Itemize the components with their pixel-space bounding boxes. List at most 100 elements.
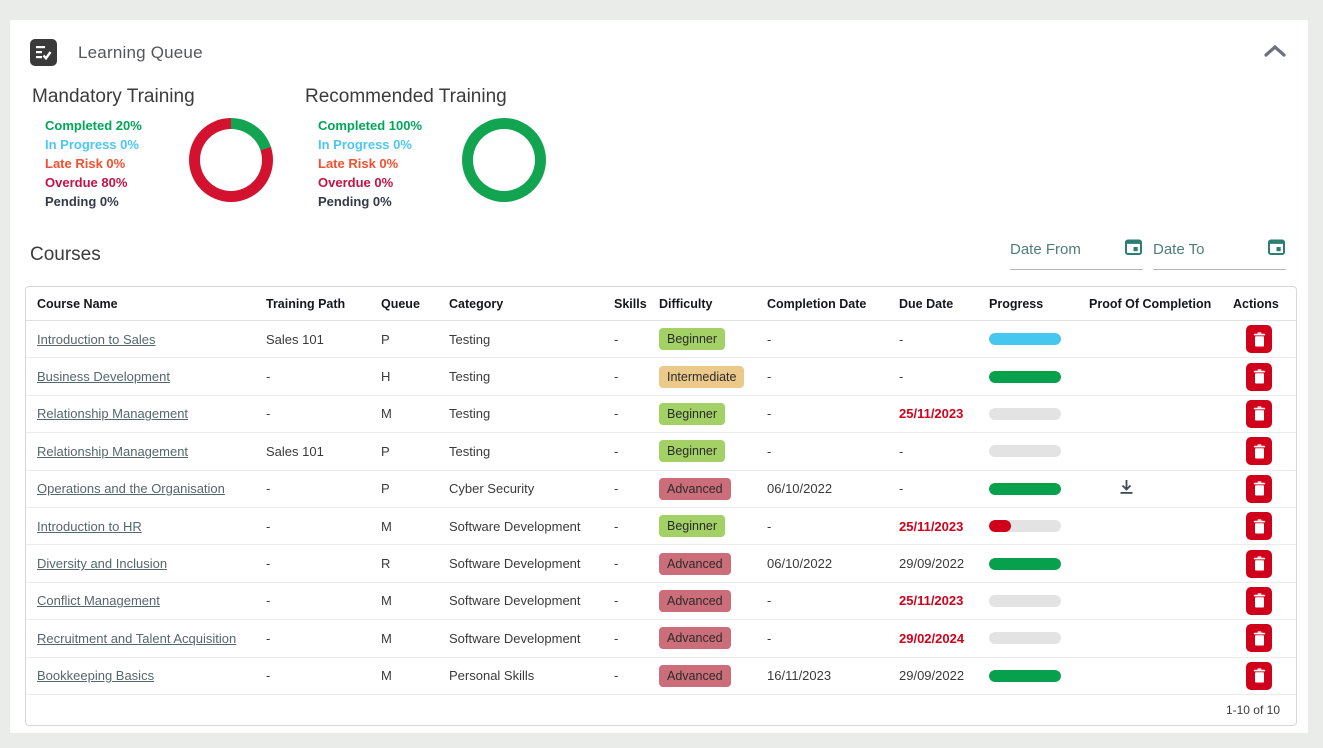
progress-bar (989, 558, 1061, 570)
progress-bar (989, 371, 1061, 383)
delete-course-button[interactable] (1246, 475, 1272, 503)
training-path-cell: - (266, 481, 381, 496)
course-name-cell: Relationship Management (26, 406, 266, 421)
due-date-cell: 29/02/2024 (899, 631, 989, 646)
queue-cell: M (381, 668, 449, 683)
due-date-cell: - (899, 481, 989, 496)
delete-course-button[interactable] (1246, 437, 1272, 465)
course-name-link[interactable]: Introduction to Sales (37, 332, 156, 347)
course-name-link[interactable]: Operations and the Organisation (37, 481, 225, 496)
delete-course-button[interactable] (1246, 624, 1272, 652)
course-name-cell: Bookkeeping Basics (26, 668, 266, 683)
category-cell: Software Development (449, 593, 614, 608)
course-name-link[interactable]: Recruitment and Talent Acquisition (37, 631, 236, 646)
progress-cell (989, 371, 1089, 383)
legend-item: Pending 0% (318, 192, 446, 211)
table-row: Introduction to HR-MSoftware Development… (26, 508, 1296, 545)
progress-bar (989, 632, 1061, 644)
course-name-cell: Relationship Management (26, 444, 266, 459)
skills-cell: - (614, 668, 659, 683)
actions-cell (1233, 587, 1296, 615)
difficulty-cell: Beginner (659, 440, 767, 462)
course-name-link[interactable]: Bookkeeping Basics (37, 668, 154, 683)
date-to-field[interactable]: Date To (1153, 237, 1286, 270)
course-name-link[interactable]: Relationship Management (37, 444, 188, 459)
completion-date-cell: 06/10/2022 (767, 556, 899, 571)
training-path-cell: - (266, 369, 381, 384)
delete-course-button[interactable] (1246, 587, 1272, 615)
table-header-row: Course NameTraining PathQueueCategorySki… (26, 287, 1296, 321)
course-name-link[interactable]: Introduction to HR (37, 519, 142, 534)
delete-course-button[interactable] (1246, 325, 1272, 353)
difficulty-badge: Beginner (659, 440, 725, 462)
chevron-up-icon (1264, 46, 1286, 61)
courses-heading: Courses (30, 244, 101, 266)
difficulty-badge: Beginner (659, 328, 725, 350)
queue-cell: H (381, 369, 449, 384)
completion-date-cell: - (767, 369, 899, 384)
progress-bar-fill (989, 371, 1061, 383)
difficulty-cell: Beginner (659, 515, 767, 537)
progress-bar (989, 520, 1061, 532)
chart-title: Mandatory Training (32, 86, 273, 108)
collapse-panel-button[interactable] (1260, 40, 1290, 65)
course-name-link[interactable]: Diversity and Inclusion (37, 556, 167, 571)
progress-bar (989, 333, 1061, 345)
skills-cell: - (614, 369, 659, 384)
courses-table: Course NameTraining PathQueueCategorySki… (25, 286, 1297, 726)
training-path-cell: Sales 101 (266, 444, 381, 459)
queue-cell: M (381, 593, 449, 608)
due-date-cell: 25/11/2023 (899, 593, 989, 608)
date-from-label: Date From (1010, 241, 1081, 258)
legend-item: Overdue 80% (45, 173, 173, 192)
difficulty-badge: Intermediate (659, 366, 744, 388)
column-header-course-name: Course Name (26, 297, 266, 311)
completion-date-cell: - (767, 406, 899, 421)
due-date-cell: 25/11/2023 (899, 519, 989, 534)
progress-cell (989, 445, 1089, 457)
download-proof-button[interactable] (1117, 477, 1136, 500)
column-header-proof-of-completion: Proof Of Completion (1089, 297, 1233, 311)
panel-header: Learning Queue (10, 20, 1308, 70)
delete-course-button[interactable] (1246, 512, 1272, 540)
due-date-cell: 29/09/2022 (899, 668, 989, 683)
learning-queue-panel: Learning Queue Mandatory Training Complet… (10, 20, 1308, 733)
date-from-field[interactable]: Date From (1010, 237, 1143, 270)
difficulty-badge: Advanced (659, 627, 731, 649)
queue-cell: M (381, 406, 449, 421)
legend-item: Late Risk 0% (318, 154, 446, 173)
queue-cell: P (381, 481, 449, 496)
column-header-skills: Skills (614, 297, 659, 311)
course-name-cell: Business Development (26, 369, 266, 384)
delete-course-button[interactable] (1246, 363, 1272, 391)
course-name-link[interactable]: Conflict Management (37, 593, 160, 608)
training-path-cell: - (266, 519, 381, 534)
calendar-icon[interactable] (1124, 237, 1143, 261)
progress-bar-fill (989, 670, 1061, 682)
course-name-cell: Diversity and Inclusion (26, 556, 266, 571)
progress-cell (989, 520, 1089, 532)
delete-course-button[interactable] (1246, 662, 1272, 690)
legend-item: In Progress 0% (318, 135, 446, 154)
table-row: Diversity and Inclusion-RSoftware Develo… (26, 545, 1296, 582)
actions-cell (1233, 550, 1296, 578)
column-header-actions: Actions (1233, 297, 1296, 311)
category-cell: Software Development (449, 556, 614, 571)
delete-course-button[interactable] (1246, 400, 1272, 428)
category-cell: Testing (449, 444, 614, 459)
delete-course-button[interactable] (1246, 550, 1272, 578)
actions-cell (1233, 325, 1296, 353)
skills-cell: - (614, 631, 659, 646)
course-name-link[interactable]: Relationship Management (37, 406, 188, 421)
difficulty-cell: Advanced (659, 627, 767, 649)
completion-date-cell: 16/11/2023 (767, 668, 899, 683)
proof-cell (1089, 477, 1233, 500)
course-name-link[interactable]: Business Development (37, 369, 170, 384)
category-cell: Personal Skills (449, 668, 614, 683)
table-row: Conflict Management-MSoftware Developmen… (26, 583, 1296, 620)
difficulty-badge: Advanced (659, 553, 731, 575)
due-date-cell: 25/11/2023 (899, 406, 989, 421)
legend-item: Completed 20% (45, 116, 173, 135)
calendar-icon[interactable] (1267, 237, 1286, 261)
category-cell: Testing (449, 406, 614, 421)
